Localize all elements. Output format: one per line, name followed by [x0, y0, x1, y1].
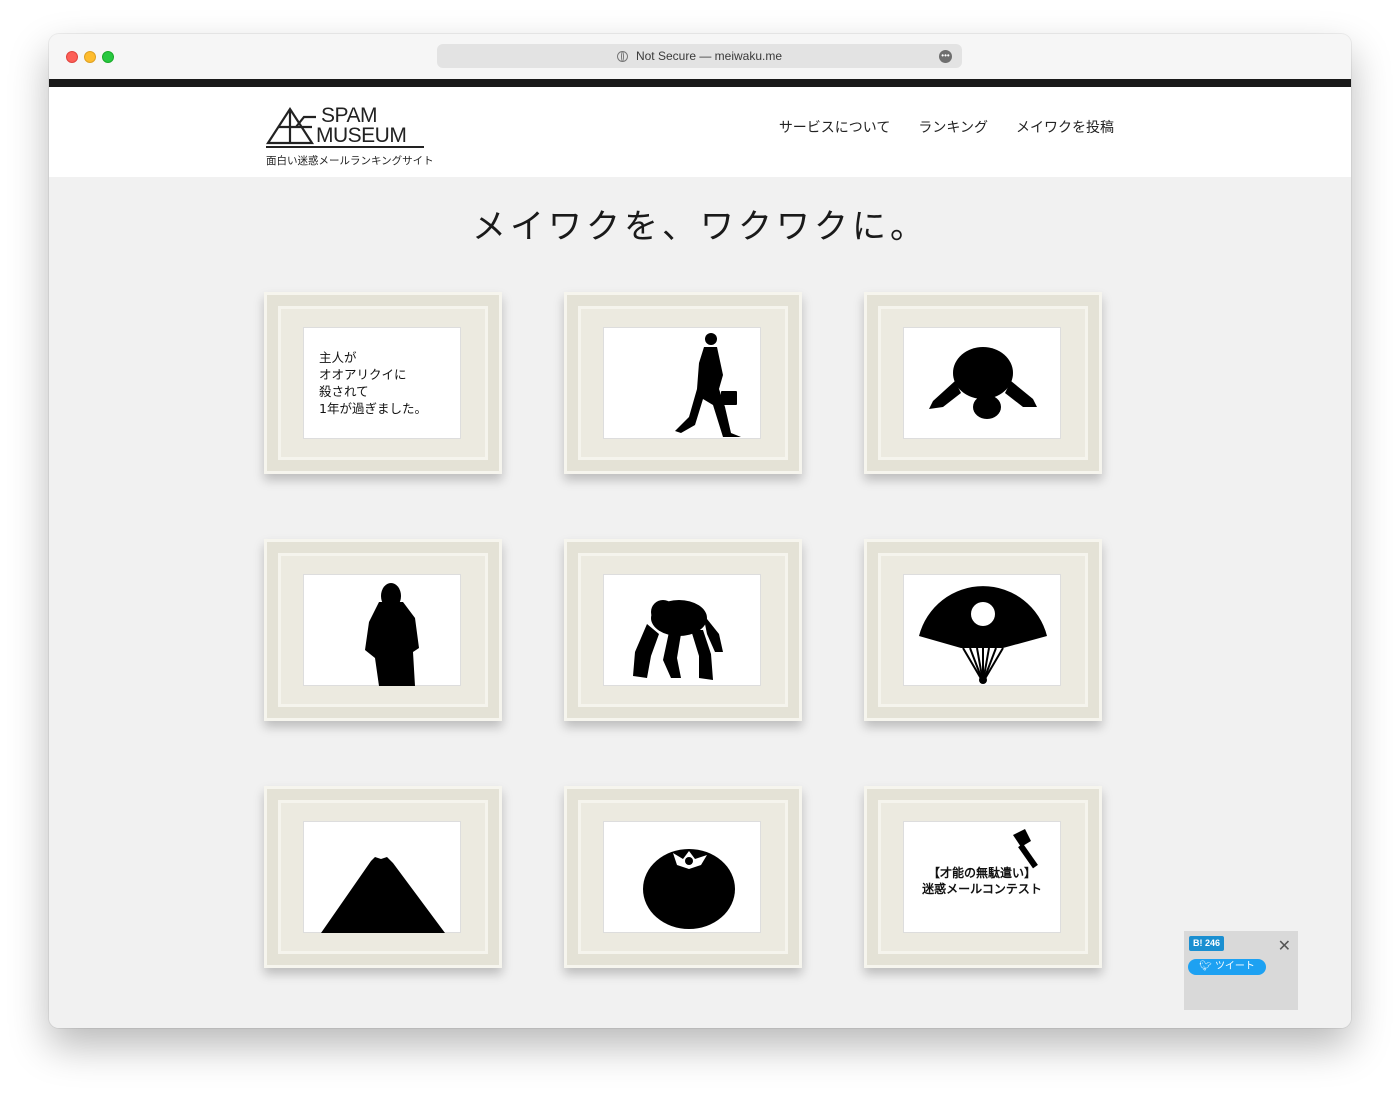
maximize-window-button[interactable] [102, 51, 114, 63]
gallery-frame-8[interactable] [564, 786, 802, 968]
kneeling-bow-icon [929, 347, 1037, 419]
address-bar-text: Not Secure — meiwaku.me [635, 49, 783, 63]
top-accent-bar [49, 79, 1351, 87]
gallery-frame-7[interactable] [264, 786, 502, 968]
gallery-frame-3[interactable] [864, 292, 1102, 474]
nav-item-about[interactable]: サービスについて [779, 117, 891, 137]
gallery-frame-2[interactable] [564, 292, 802, 474]
gallery-frame-1[interactable]: 主人が オオアリクイに 殺されて 1年が過ぎました。 [264, 292, 502, 474]
close-icon[interactable]: ✕ [1278, 938, 1291, 954]
persimmon-icon [643, 849, 735, 929]
frame-caption: 主人が オオアリクイに 殺されて 1年が過ぎました。 [319, 350, 427, 416]
logo-text-museum: MUSEUM [316, 124, 407, 147]
frame-mat [303, 821, 461, 933]
share-widget: B! 246 🐦︎ ツイート ✕ [1184, 931, 1298, 1010]
gallery-frame-4[interactable] [264, 539, 502, 721]
frame-caption: 【才能の無駄遣い】 迷惑メールコンテスト [922, 866, 1042, 896]
twitter-bird-icon: 🐦︎ [1199, 961, 1215, 972]
frame-mat [903, 327, 1061, 439]
globe-icon [616, 50, 628, 62]
frame-mat [903, 574, 1061, 686]
nav-item-submit[interactable]: メイワクを投稿 [1016, 117, 1114, 137]
folding-fan-icon [919, 586, 1047, 684]
walking-businessman-icon [675, 333, 741, 437]
frame-mat [603, 821, 761, 933]
chimpanzee-icon [633, 600, 723, 680]
hatena-bookmark-button[interactable]: B! 246 [1189, 936, 1225, 951]
main-nav: サービスについて ランキング メイワクを投稿 [779, 117, 1114, 137]
address-bar[interactable]: Not Secure — meiwaku.me ••• [437, 44, 962, 68]
gallery-frame-5[interactable] [564, 539, 802, 721]
logo-underline [266, 146, 424, 148]
frame-mat [603, 327, 761, 439]
standing-woman-icon [365, 583, 419, 686]
mount-fuji-icon [321, 857, 445, 933]
frame-mat [303, 574, 461, 686]
browser-titlebar: Not Secure — meiwaku.me ••• [49, 34, 1351, 79]
browser-window: Not Secure — meiwaku.me ••• SPAM MUSEUM … [49, 34, 1351, 1028]
gallery-main: メイワクを、ワクワクに。 主人が オオアリクイに 殺されて 1年が過ぎました。 [49, 177, 1351, 1028]
frame-mat [603, 574, 761, 686]
logo-text-spam: SPAM [321, 104, 377, 127]
tweet-button[interactable]: 🐦︎ ツイート [1188, 959, 1266, 975]
more-options-icon[interactable]: ••• [939, 50, 952, 63]
hero-title: メイワクを、ワクワクに。 [472, 207, 928, 247]
gallery-frame-9[interactable]: 【才能の無駄遣い】 迷惑メールコンテスト [864, 786, 1102, 968]
close-window-button[interactable] [66, 51, 78, 63]
site-tagline: 面白い迷惑メールランキングサイト [266, 155, 434, 167]
frame-mat: 【才能の無駄遣い】 迷惑メールコンテスト [903, 821, 1061, 933]
nav-item-ranking[interactable]: ランキング [918, 117, 988, 137]
gallery-frame-6[interactable] [864, 539, 1102, 721]
frame-mat: 主人が オオアリクイに 殺されて 1年が過ぎました。 [303, 327, 461, 439]
minimize-window-button[interactable] [84, 51, 96, 63]
site-header: SPAM MUSEUM 面白い迷惑メールランキングサイト サービスについて ラン… [49, 87, 1351, 177]
tweet-label: ツイート [1214, 961, 1255, 972]
